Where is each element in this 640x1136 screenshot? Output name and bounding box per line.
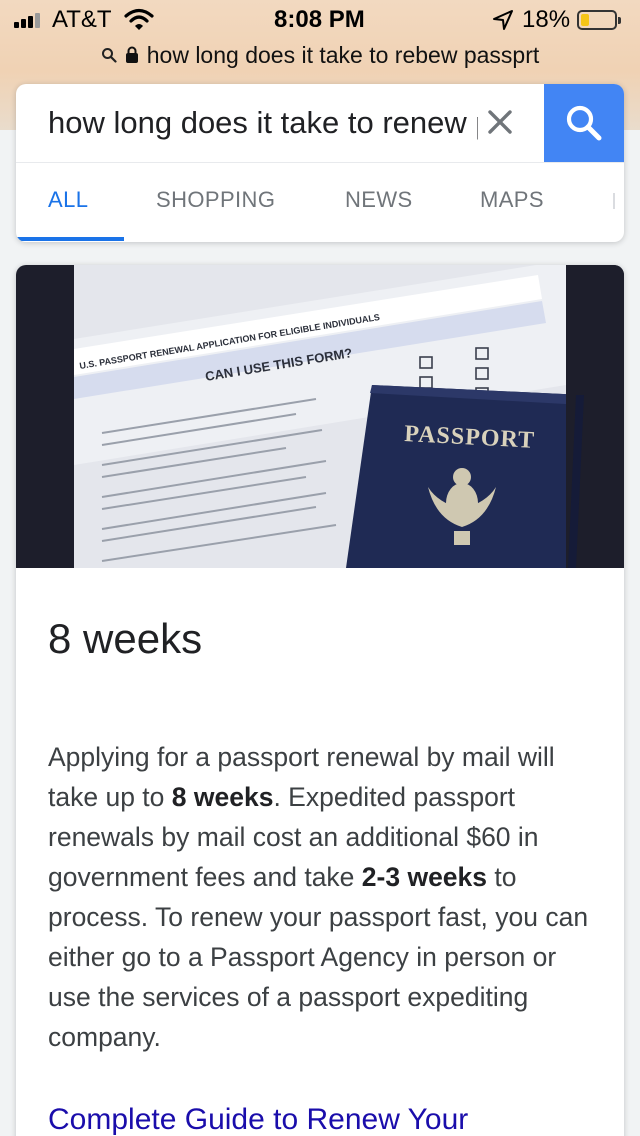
passport-form-image[interactable]: U.S. PASSPORT RENEWAL APPLICATION FOR EL… — [16, 265, 624, 568]
active-tab-indicator — [16, 237, 124, 241]
address-text: how long does it take to rebew passprt — [146, 41, 540, 68]
signal-bars-icon — [14, 13, 40, 28]
search-icon — [101, 48, 117, 63]
answer-text-bold: 2-3 weeks — [361, 862, 488, 892]
battery-icon — [577, 10, 621, 30]
close-icon — [488, 110, 512, 134]
search-card: ALL SHOPPING NEWS MAPS — [16, 84, 624, 242]
carrier-name: AT&T — [52, 6, 112, 33]
more-tabs-hint[interactable] — [613, 193, 615, 209]
clear-search-button[interactable] — [482, 104, 518, 140]
address-bar[interactable]: how long does it take to rebew passprt — [0, 38, 640, 72]
status-bar: AT&T 8:08 PM 18% — [0, 0, 640, 40]
search-tabs: ALL SHOPPING NEWS MAPS — [16, 163, 624, 242]
answer-title: 8 weeks — [48, 615, 203, 662]
answer-text-bold: 8 weeks — [171, 782, 274, 812]
source-link[interactable]: Complete Guide to Renew Your — [48, 1103, 468, 1136]
tab-maps[interactable]: MAPS — [480, 187, 544, 213]
search-input[interactable] — [48, 100, 478, 146]
search-submit-button[interactable] — [544, 84, 624, 162]
wifi-icon — [124, 8, 154, 30]
featured-snippet-card: U.S. PASSPORT RENEWAL APPLICATION FOR EL… — [16, 265, 624, 1136]
battery-percent: 18% — [522, 6, 571, 33]
answer-text: Applying for a passport renewal by mail … — [48, 737, 600, 1057]
tab-shopping[interactable]: SHOPPING — [156, 187, 275, 213]
lock-icon — [125, 46, 138, 63]
location-arrow-icon — [493, 10, 513, 30]
tab-news[interactable]: NEWS — [345, 187, 413, 213]
status-time: 8:08 PM — [274, 6, 365, 33]
tab-all[interactable]: ALL — [48, 187, 88, 213]
search-box — [16, 84, 624, 162]
search-icon — [566, 105, 602, 141]
